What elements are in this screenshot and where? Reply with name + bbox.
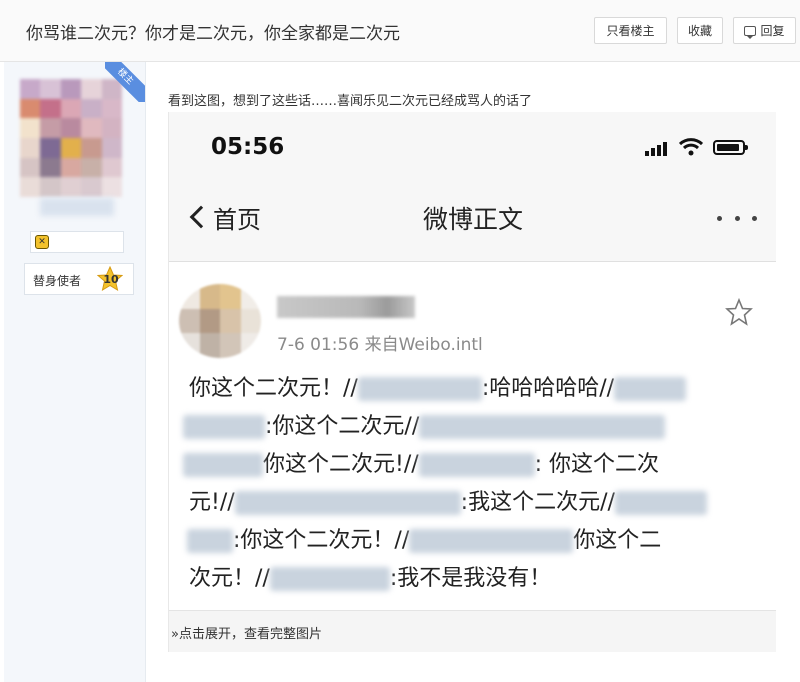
level-name: 替身使者: [33, 274, 82, 288]
reply-button[interactable]: 回复: [733, 17, 796, 44]
level-number: 10: [103, 273, 119, 286]
body-text: :你这个二次元！//: [233, 528, 410, 553]
thread-header: 你骂谁二次元？你才是二次元，你全家都是二次元 只看楼主 收藏 回复: [0, 0, 800, 62]
blurred-mention: [409, 529, 574, 553]
battery-icon: [713, 140, 748, 155]
wifi-icon: [679, 138, 703, 156]
body-text: 你这个二次元!//: [263, 452, 419, 477]
body-text: 你这个二次元！//: [189, 376, 358, 401]
body-line: 你这个二次元！// :哈哈哈哈哈//: [189, 370, 769, 408]
honor-badge-icon[interactable]: ✕: [35, 235, 49, 249]
blurred-mention: [187, 529, 233, 553]
reply-icon: [744, 25, 757, 39]
blurred-mention: [183, 453, 263, 477]
double-chevron-down-icon: »: [171, 627, 179, 642]
body-text: : 你这个二次: [534, 452, 660, 477]
body-line: 元!// :我这个二次元//: [189, 484, 769, 522]
weibo-username-blurred: [277, 296, 415, 318]
body-line: :你这个二次元！// 你这个二: [187, 522, 769, 560]
blurred-mention: [418, 453, 535, 477]
body-text: 元!//: [189, 490, 235, 515]
username-blurred[interactable]: [40, 198, 114, 216]
favorite-button[interactable]: 收藏: [677, 17, 723, 44]
weibo-meta: 7-6 01:56 来自Weibo.intl: [277, 335, 483, 355]
op-badge-label: 楼主: [105, 62, 145, 102]
blurred-mention: [419, 415, 666, 439]
thread-title: 你骂谁二次元？你才是二次元，你全家都是二次元: [26, 24, 400, 44]
body-text: :我不是我没有！: [389, 566, 552, 591]
body-text: :哈哈哈哈哈//: [481, 376, 615, 401]
blurred-mention: [614, 491, 707, 515]
weibo-avatar: [179, 284, 261, 358]
nav-title: 微博正文: [422, 205, 523, 234]
phone-top-bar: 05:56 首页 微博正文: [169, 112, 776, 262]
body-line: 你这个二次元!// : 你这个二次: [183, 446, 769, 484]
post-text: 看到这图，想到了这些话……喜闻乐见二次元已经成骂人的话了: [168, 94, 533, 109]
blurred-mention: [357, 377, 482, 401]
user-level-box: 替身使者 10: [24, 263, 134, 295]
star-icon[interactable]: [725, 298, 753, 326]
blurred-mention: [269, 567, 390, 591]
blurred-mention: [183, 415, 265, 439]
body-text: :你这个二次元//: [265, 414, 420, 439]
blurred-mention: [614, 377, 687, 401]
body-text: 次元！//: [189, 566, 270, 591]
status-time: 05:56: [211, 134, 285, 160]
embedded-weibo-screenshot[interactable]: 05:56 首页 微博正文 7-6 01:56 来自Weibo.intl 你这个…: [168, 112, 776, 652]
weibo-body: 你这个二次元！//:哈哈哈哈哈// :你这个二次元// 你这个二次元!//: 你…: [183, 370, 769, 598]
expand-label: 点击展开，查看完整图片: [178, 627, 322, 642]
body-text: :我这个二次元//: [460, 490, 615, 515]
op-corner-badge: 楼主: [105, 62, 145, 102]
blurred-mention: [234, 491, 461, 515]
more-options-icon[interactable]: [717, 216, 757, 222]
body-line: :你这个二次元//: [183, 408, 769, 446]
user-info-column: 楼主 ✕ 替身使者 10: [4, 62, 146, 682]
only-op-button[interactable]: 只看楼主: [594, 17, 667, 44]
body-text: 你这个二: [573, 528, 662, 553]
body-line: 次元！// :我不是我没有！: [189, 560, 769, 598]
expand-image-button[interactable]: »点击展开，查看完整图片: [169, 610, 776, 652]
signal-icon: [645, 142, 671, 156]
honor-badge-box: ✕: [30, 231, 124, 253]
reply-button-label: 回复: [760, 24, 785, 38]
